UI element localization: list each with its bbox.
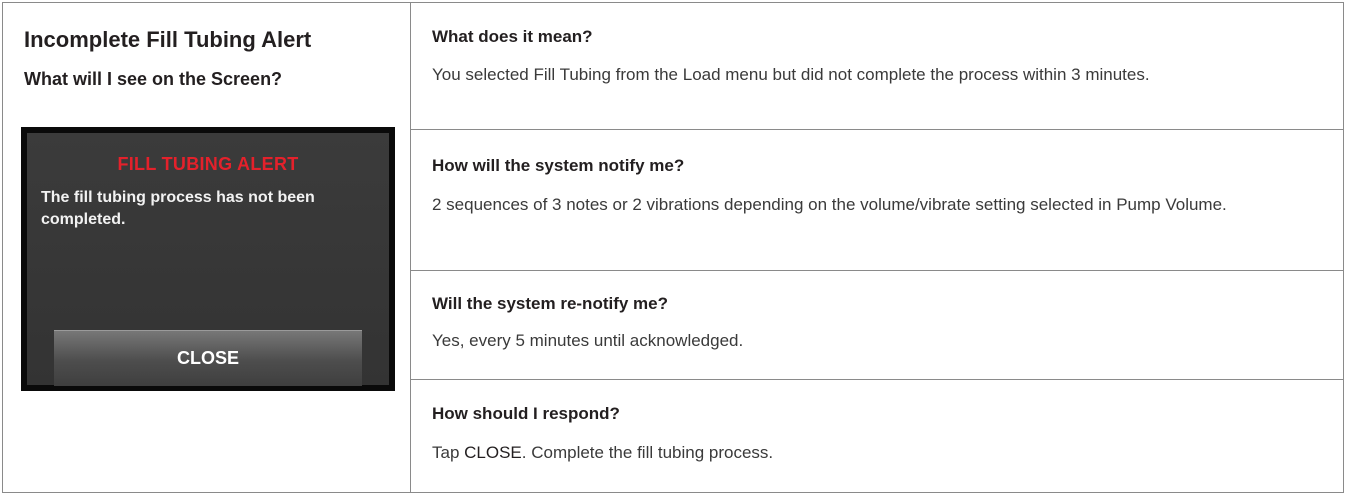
screen-question: What will I see on the Screen?: [24, 69, 283, 89]
question: How will the system notify me?: [432, 156, 685, 175]
answer: Yes, every 5 minutes until acknowledged.: [432, 331, 744, 350]
answer: 2 sequences of 3 notes or 2 vibrations d…: [432, 195, 1227, 214]
qa-section-meaning: What does it mean? You selected Fill Tub…: [411, 3, 1343, 130]
answer: Tap CLOSE. Complete the fill tubing proc…: [432, 440, 1312, 466]
question: What does it mean?: [432, 27, 593, 46]
screen-preview-column: Incomplete Fill Tubing Alert What will I…: [3, 3, 411, 492]
qa-section-response: How should I respond? Tap CLOSE. Complet…: [411, 380, 1343, 492]
close-keyword: CLOSE: [464, 443, 522, 462]
answer: You selected Fill Tubing from the Load m…: [432, 65, 1150, 84]
alert-title: Incomplete Fill Tubing Alert: [24, 27, 312, 52]
close-button[interactable]: CLOSE: [54, 330, 362, 386]
question: How should I respond?: [432, 404, 620, 423]
alert-info-table: Incomplete Fill Tubing Alert What will I…: [2, 2, 1344, 493]
answer-prefix: Tap: [432, 443, 465, 462]
dialog-message: The fill tubing process has not been com…: [41, 189, 315, 228]
qa-column: What does it mean? You selected Fill Tub…: [411, 3, 1343, 492]
question: Will the system re-notify me?: [432, 294, 669, 313]
device-screen: FILL TUBING ALERT The fill tubing proces…: [21, 127, 395, 391]
alert-dialog: FILL TUBING ALERT The fill tubing proces…: [27, 133, 389, 386]
qa-section-renotify: Will the system re-notify me? Yes, every…: [411, 271, 1343, 380]
qa-section-notification: How will the system notify me? 2 sequenc…: [411, 130, 1343, 271]
answer-suffix: . Complete the fill tubing process.: [521, 443, 774, 462]
dialog-header: FILL TUBING ALERT: [117, 154, 299, 174]
